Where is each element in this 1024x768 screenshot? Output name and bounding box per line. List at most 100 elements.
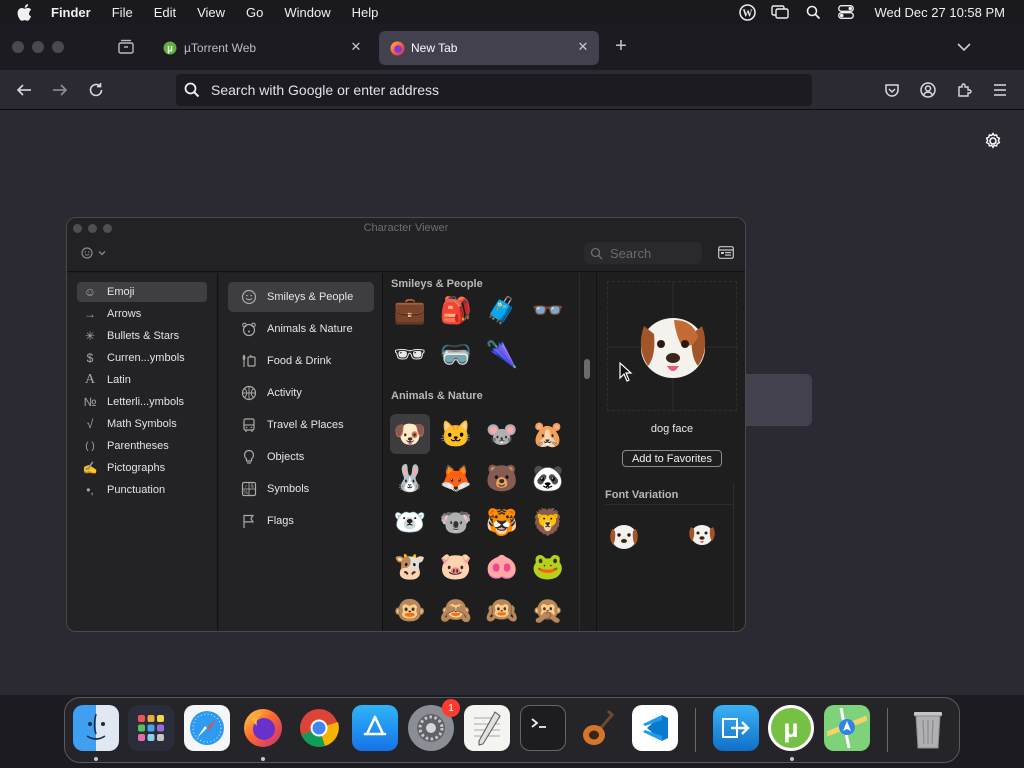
emoji-cell[interactable]: 🦁 <box>528 502 568 542</box>
emoji-cell[interactable]: 🐼 <box>528 458 568 498</box>
emoji-cell[interactable]: 🎒 <box>436 290 476 330</box>
terminal-icon[interactable] <box>520 705 566 751</box>
emoji-cell[interactable]: 💼 <box>390 290 430 330</box>
emoji-cell[interactable]: 🐱 <box>436 414 476 454</box>
subcategory-food-drink[interactable]: Food & Drink <box>228 346 374 376</box>
emoji-cell[interactable]: 🐮 <box>390 546 430 586</box>
screen-mirroring-icon[interactable] <box>771 3 790 21</box>
spotlight-search-icon[interactable] <box>804 3 822 21</box>
subcategory-symbols[interactable]: ♪ &% Symbols <box>228 474 374 504</box>
trash-icon[interactable] <box>905 705 951 751</box>
new-tab-plus-icon[interactable]: + <box>611 36 631 57</box>
emoji-cell[interactable]: 🐷 <box>436 546 476 586</box>
emoji-cell[interactable]: 🌂 <box>482 334 522 374</box>
emoji-cell[interactable]: 🙈 <box>436 590 476 630</box>
subcategory-objects[interactable]: Objects <box>228 442 374 472</box>
firefox-icon[interactable] <box>240 705 286 751</box>
category-arrows[interactable]: → Arrows <box>77 304 207 324</box>
emoji-cell[interactable]: 🐰 <box>390 458 430 498</box>
category-emoji[interactable]: ☺ Emoji <box>77 282 207 302</box>
account-icon[interactable] <box>918 80 938 100</box>
emoji-cell[interactable]: 🐯 <box>482 502 522 542</box>
emoji-cell[interactable]: 🥽 <box>436 334 476 374</box>
reload-icon[interactable] <box>86 80 106 100</box>
forward-arrow-icon[interactable] <box>50 80 70 100</box>
menu-view[interactable]: View <box>197 5 225 20</box>
hamburger-menu-icon[interactable] <box>990 80 1010 100</box>
subcategory-flags[interactable]: Flags <box>228 506 374 536</box>
emoji-cell[interactable]: 🙉 <box>482 590 522 630</box>
garageband-icon[interactable] <box>576 705 622 751</box>
emoji-cell[interactable]: 🐹 <box>528 414 568 454</box>
emoji-cell[interactable]: 🐽 <box>482 546 522 586</box>
tab-new-tab[interactable]: New Tab ✕ <box>379 31 599 65</box>
utorrent-icon[interactable]: µ <box>768 705 814 751</box>
gear-icon[interactable] <box>983 131 1003 151</box>
chrome-icon[interactable] <box>296 705 342 751</box>
emoji-cell-dog-face[interactable]: 🐶 <box>390 414 430 454</box>
dog-face-variation-icon[interactable] <box>684 518 722 556</box>
address-bar[interactable]: Search with Google or enter address <box>176 74 812 106</box>
tab-utorrent[interactable]: µ µTorrent Web ✕ <box>152 31 372 65</box>
pocket-icon[interactable] <box>882 80 902 100</box>
safari-icon[interactable] <box>184 705 230 751</box>
emoji-cell[interactable]: 🕶 <box>390 334 430 374</box>
back-arrow-icon[interactable] <box>14 80 34 100</box>
emoji-grid-scrollbar[interactable] <box>579 273 593 631</box>
emoji-cell[interactable]: 🐻‍❄️ <box>390 502 430 542</box>
close-window-button[interactable] <box>12 41 24 53</box>
emoji-cell[interactable]: 🐨 <box>436 502 476 542</box>
menu-window[interactable]: Window <box>284 5 330 20</box>
finder-icon[interactable] <box>73 705 119 751</box>
subcategory-activity[interactable]: Activity <box>228 378 374 408</box>
textedit-icon[interactable] <box>464 705 510 751</box>
category-letterlike-symbols[interactable]: № Letterli...ymbols <box>77 392 207 412</box>
tab-overview-icon[interactable] <box>117 38 135 56</box>
menu-file[interactable]: File <box>112 5 133 20</box>
system-preferences-icon[interactable]: 1 <box>408 699 460 751</box>
extensions-icon[interactable] <box>954 80 974 100</box>
menu-clock[interactable]: Wed Dec 27 10:58 PM <box>874 5 1005 20</box>
category-latin[interactable]: A Latin <box>77 370 207 390</box>
dog-face-variation-icon[interactable] <box>606 518 644 556</box>
category-punctuation[interactable]: •, Punctuation <box>77 480 207 500</box>
category-pictographs[interactable]: ✍ Pictographs <box>77 458 207 478</box>
menu-help[interactable]: Help <box>352 5 379 20</box>
subcategory-animals-nature[interactable]: Animals & Nature <box>228 314 374 344</box>
collapse-view-icon[interactable] <box>718 246 734 259</box>
apple-icon[interactable] <box>17 3 37 21</box>
wordpress-icon[interactable]: W <box>738 3 756 21</box>
category-parentheses[interactable]: ( ) Parentheses <box>77 436 207 456</box>
minimize-window-button[interactable] <box>32 41 44 53</box>
emoji-cell[interactable]: 🙊 <box>528 590 568 630</box>
add-to-favorites-button[interactable]: Add to Favorites <box>622 450 722 467</box>
emoji-cell[interactable]: 🐻 <box>482 458 522 498</box>
close-tab-icon[interactable]: ✕ <box>576 40 590 54</box>
menu-finder[interactable]: Finder <box>51 5 91 20</box>
app-store-icon[interactable] <box>352 705 398 751</box>
category-bullets-stars[interactable]: ✳ Bullets & Stars <box>77 326 207 346</box>
emoji-cell[interactable]: 🧳 <box>482 290 522 330</box>
migration-assistant-icon[interactable] <box>713 705 759 751</box>
emoji-menu-icon[interactable] <box>81 246 111 260</box>
control-center-icon[interactable] <box>837 3 855 21</box>
menu-edit[interactable]: Edit <box>154 5 176 20</box>
emoji-cell[interactable]: 🐵 <box>390 590 430 630</box>
subcategory-smileys-people[interactable]: Smileys & People <box>228 282 374 312</box>
launchpad-icon[interactable] <box>128 705 174 751</box>
chevron-down-icon[interactable] <box>955 38 973 56</box>
scrollbar-thumb[interactable] <box>584 359 590 379</box>
zoom-window-button[interactable] <box>52 41 64 53</box>
emoji-cell[interactable]: 🐸 <box>528 546 568 586</box>
category-math-symbols[interactable]: √ Math Symbols <box>77 414 207 434</box>
close-tab-icon[interactable]: ✕ <box>349 40 363 54</box>
vscode-icon[interactable] <box>632 705 678 751</box>
menu-go[interactable]: Go <box>246 5 263 20</box>
emoji-cell[interactable]: 🐭 <box>482 414 522 454</box>
maps-icon[interactable] <box>824 705 870 751</box>
category-currency-symbols[interactable]: $ Curren...ymbols <box>77 348 207 368</box>
search-input[interactable]: Search <box>584 242 702 264</box>
emoji-cell[interactable]: 👓 <box>528 290 568 330</box>
detail-scrollbar[interactable] <box>733 483 745 631</box>
subcategory-travel-places[interactable]: Travel & Places <box>228 410 374 440</box>
